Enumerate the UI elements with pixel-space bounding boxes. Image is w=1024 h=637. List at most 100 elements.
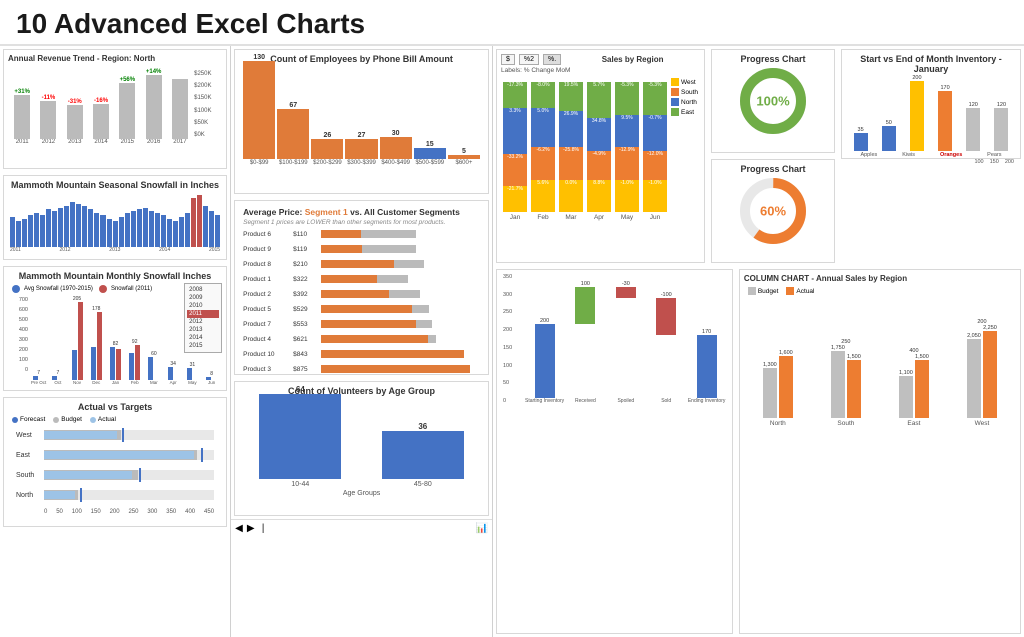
rev-bar-2011: +31% 2011 xyxy=(10,89,34,145)
snowfall-seasonal-chart: Mammoth Mountain Seasonal Snowfall in In… xyxy=(3,175,227,260)
left-column: Annual Revenue Trend - Region: North +31… xyxy=(0,46,231,637)
monthly-snow-chart: Mammoth Mountain Monthly Snowfall Inches… xyxy=(3,266,227,391)
rev-bar-2017: 2017 xyxy=(168,79,192,145)
sales-region-title: Sales by Region xyxy=(565,55,700,64)
ph-bar-500-599: 15 $500-$599 xyxy=(414,141,446,166)
monthly-snow-filter[interactable]: 2008 2009 2010 2011 2012 2013 2014 2015 xyxy=(184,283,222,353)
sales-btn-dollar[interactable]: $ xyxy=(501,54,515,65)
wf-received: 100 Received xyxy=(566,281,604,404)
donut-2-value: 60% xyxy=(760,204,786,219)
sales-region-legend: West South North xyxy=(669,76,700,221)
title-bar: 10 Advanced Excel Charts xyxy=(0,0,1024,46)
target-row-east: East xyxy=(16,447,214,463)
target-row-north: North xyxy=(16,487,214,503)
rev-bar-2015: +56% 2015 xyxy=(115,77,139,145)
filter-2009[interactable]: 2009 xyxy=(187,294,219,302)
progress-chart-1-title: Progress Chart xyxy=(740,54,805,64)
targets-chart-title: Actual vs Targets xyxy=(8,402,222,412)
actual-legend-dot xyxy=(90,417,96,423)
volunteers-x-title: Age Groups xyxy=(239,490,484,497)
ph-bar-200-299: 26 $200-$299 xyxy=(311,132,343,166)
filter-2011[interactable]: 2011 xyxy=(187,310,219,318)
waterfall-bars: 350 300 250 200 150 100 50 0 200 xyxy=(501,274,728,404)
seasonal-snow-bars xyxy=(8,192,222,247)
wf-spoiled: -30 Spoiled xyxy=(607,281,645,404)
wf-starting: 200 Starting Inventory xyxy=(525,318,564,404)
revenue-chart-title: Annual Revenue Trend - Region: North xyxy=(8,54,222,63)
annual-sales-chart: COLUMN CHART - Annual Sales by Region Bu… xyxy=(739,269,1021,634)
donut-1-value: 100% xyxy=(756,94,789,109)
inventory-jan-chart: Start vs End of Month Inventory - Januar… xyxy=(841,49,1021,159)
revenue-y-axis: $250K $200K $150K $100K $50K $0K xyxy=(194,65,222,150)
filter-2015[interactable]: 2015 xyxy=(187,342,219,350)
filter-2013[interactable]: 2013 xyxy=(187,326,219,334)
targets-chart: Actual vs Targets Forecast Budget Actual xyxy=(3,397,227,527)
volunteers-chart: Count of Volunteers by Age Group 64 10-4… xyxy=(234,381,489,516)
progress-chart-2: Progress Chart 60% xyxy=(711,159,835,263)
annual-sales-legend: Budget Actual xyxy=(744,285,1016,297)
phone-bill-title: Count of Employees by Phone Bill Amount xyxy=(239,54,484,64)
south-legend-color xyxy=(671,88,679,96)
wf-sold: -100 Sold xyxy=(647,292,685,404)
avg-row-p5: Product 5 $529 xyxy=(243,303,480,315)
inventory-jan-title: Start vs End of Month Inventory - Januar… xyxy=(846,54,1016,74)
main-container: 10 Advanced Excel Charts Annual Revenue … xyxy=(0,0,1024,637)
rev-bar-2012: -11% 2012 xyxy=(36,95,60,145)
vol-bar-10-44: 64 10-44 xyxy=(249,385,351,488)
sales-btn-pct2[interactable]: %2 xyxy=(519,54,539,65)
inventory-jan-labels: Apples Kiwis Oranges Pears xyxy=(846,151,1016,159)
annual-sales-title: COLUMN CHART - Annual Sales by Region xyxy=(744,274,1016,283)
sales-region-content: -17.3% 3.3% -33.2% -21.7% xyxy=(501,76,700,221)
targets-rows: West East xyxy=(8,425,222,509)
vol-bar-45-80: 36 45-80 xyxy=(372,422,474,488)
prev-icon[interactable]: ◀ xyxy=(235,523,243,534)
avg-price-rows: Product 6 $110 Product 9 $119 xyxy=(239,228,484,375)
progress-chart-1: Progress Chart 100% xyxy=(711,49,835,153)
budget-legend-dot xyxy=(53,417,59,423)
progress-section: Progress Chart 100% Progress Chart xyxy=(708,46,838,266)
nav-bar: ◀ ▶ ▎ 📊 xyxy=(231,519,492,537)
avg-row-p9: Product 9 $119 xyxy=(243,243,480,255)
targets-legend: Forecast Budget Actual xyxy=(8,414,222,425)
rev-bar-2014: -16% 2014 xyxy=(89,98,113,145)
sales-region-chart: $ %2 %. Sales by Region Labels: % Change… xyxy=(496,49,705,263)
avg-row-p4: Product 4 $621 xyxy=(243,333,480,345)
bar-chart-icon[interactable]: 📊 xyxy=(476,523,488,534)
sales-region-header: $ %2 %. Sales by Region xyxy=(501,54,700,65)
forecast-legend-dot xyxy=(12,417,18,423)
budget-legend-rect xyxy=(748,287,756,295)
filter-2010[interactable]: 2010 xyxy=(187,302,219,310)
avg-row-p10: Product 10 $843 xyxy=(243,348,480,360)
stacked-jun: -5.3% -0.7% -12.0% -1.0% xyxy=(643,82,667,221)
west-legend-color xyxy=(671,78,679,86)
rev-bar-2013: -31% 2013 xyxy=(63,99,87,145)
annual-west: 200 2,050 2,250 xyxy=(952,319,1012,427)
monthly-snow-title: Mammoth Mountain Monthly Snowfall Inches xyxy=(8,271,222,281)
right-top-section: $ %2 %. Sales by Region Labels: % Change… xyxy=(493,46,1024,266)
avg-snow-legend-dot xyxy=(12,285,20,293)
stacked-mar: 19.5% 26.9% -25.8% 0.0% xyxy=(559,82,583,221)
annual-sales-bars: 1,300 1,600 North xyxy=(744,297,1016,427)
avg-price-chart: Average Price: Segment 1 vs. All Custome… xyxy=(234,200,489,375)
right-bottom-section: 350 300 250 200 150 100 50 0 200 xyxy=(493,266,1024,637)
avg-row-p1: Product 1 $322 xyxy=(243,273,480,285)
sales-btn-pct[interactable]: %. xyxy=(543,54,561,65)
ph-bar-300-399: 27 $300-$399 xyxy=(345,132,377,166)
phone-bill-chart: Count of Employees by Phone Bill Amount … xyxy=(234,49,489,194)
next-icon[interactable]: ▶ xyxy=(247,523,255,534)
stacked-feb: -8.0% 5.0% -6.2% 5.6% xyxy=(531,82,555,221)
filter-2008[interactable]: 2008 xyxy=(187,286,219,294)
filter-2014[interactable]: 2014 xyxy=(187,334,219,342)
ph-bar-600-plus: 5 $600+ xyxy=(448,148,480,166)
ph-bar-400-499: 30 $400-$499 xyxy=(380,130,412,166)
filter-2012[interactable]: 2012 xyxy=(187,318,219,326)
seasonal-snow-title: Mammoth Mountain Seasonal Snowfall in In… xyxy=(8,180,222,190)
donut-2-container: 60% xyxy=(738,176,808,246)
waterfall-y-axis: 350 300 250 200 150 100 50 0 xyxy=(503,274,523,404)
annual-south: 250 1,750 1,500 xyxy=(816,339,876,427)
rev-bar-2016: +14% 2016 xyxy=(141,69,165,145)
avg-price-subtitle: Segment 1 prices are LOWER than other se… xyxy=(239,219,484,228)
stacked-apr: 5.7% 34.8% -4.9% 8.8% xyxy=(587,82,611,221)
sales-stacked-bars: -17.3% 3.3% -33.2% -21.7% xyxy=(501,76,669,221)
avg-row-p2: Product 2 $392 xyxy=(243,288,480,300)
